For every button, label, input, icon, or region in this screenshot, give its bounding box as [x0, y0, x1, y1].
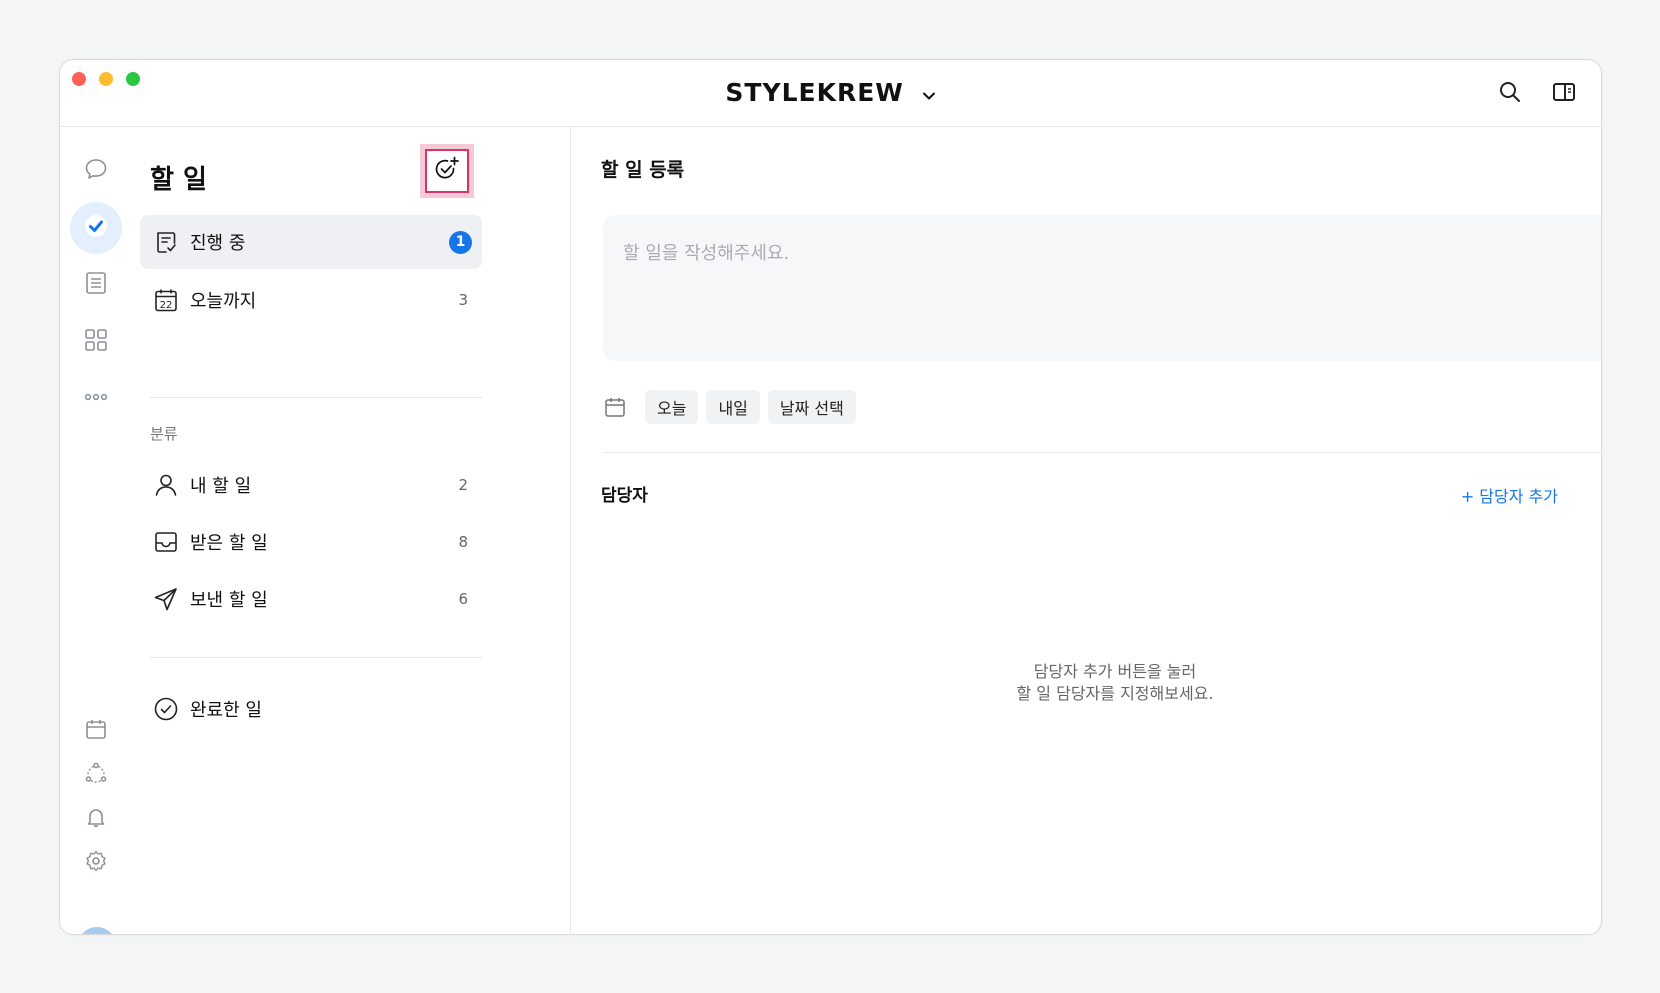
nav-label: 받은 할 일	[190, 533, 268, 554]
divider	[150, 657, 482, 658]
new-task-button-highlight	[425, 149, 469, 193]
app-window: STYLEKREW 할 일 진행 중 1 22 오늘까지 3 분류 내 할 일 …	[59, 59, 1602, 935]
assignee-label: 담당자	[601, 486, 648, 506]
nav-in-progress[interactable]: 진행 중 1	[140, 215, 482, 269]
panel-toggle-icon[interactable]	[1552, 80, 1576, 104]
bell-icon	[84, 805, 108, 833]
rail-chat[interactable]	[70, 145, 122, 197]
task-create-form: 할 일 등록 오늘 내일 날짜 선택 담당자 + 담당자 추가 담당자 추가 버…	[571, 127, 1601, 934]
calendar-22-icon: 22	[152, 286, 180, 314]
empty-message-line: 할 일 담당자를 지정해보세요.	[1016, 684, 1214, 703]
nav-label: 보낸 할 일	[190, 590, 268, 611]
nav-my-tasks[interactable]: 내 할 일 2	[140, 458, 482, 512]
gear-icon	[84, 849, 108, 877]
title-bar: STYLEKREW	[60, 60, 1601, 127]
rail-more[interactable]	[70, 373, 122, 425]
network-icon	[84, 761, 108, 789]
workspace-name: STYLEKREW	[725, 78, 904, 107]
rail-document[interactable]	[70, 259, 122, 311]
section-label: 분류	[150, 425, 178, 443]
avatar[interactable]	[78, 927, 116, 934]
nav-label: 오늘까지	[190, 291, 257, 312]
nav-due-today[interactable]: 22 오늘까지 3	[140, 273, 482, 327]
send-icon	[152, 585, 180, 613]
nav-count: 8	[458, 533, 468, 551]
check-plus-icon	[432, 154, 462, 188]
empty-message-line: 담당자 추가 버튼을 눌러	[1033, 662, 1197, 681]
todo-list-panel: 할 일 진행 중 1 22 오늘까지 3 분류 내 할 일 2 받은 할 일 8…	[136, 127, 571, 934]
rail-todo[interactable]	[70, 202, 122, 254]
submit-button[interactable]: 등록	[1537, 934, 1602, 935]
nav-count: 6	[458, 590, 468, 608]
cancel-button[interactable]: 취소	[1439, 934, 1529, 935]
nav-received-tasks[interactable]: 받은 할 일 8	[140, 515, 482, 569]
nav-label: 완료한 일	[190, 700, 262, 721]
check-circle-icon	[152, 695, 180, 723]
page-title: 할 일	[150, 165, 207, 195]
calendar-icon	[84, 717, 108, 745]
nav-label: 내 할 일	[190, 476, 252, 497]
task-content-input[interactable]	[603, 215, 1601, 361]
checklist-icon	[152, 228, 180, 256]
nav-count: 2	[458, 476, 468, 494]
nav-label: 진행 중	[190, 233, 246, 254]
rail-settings[interactable]	[70, 837, 122, 889]
new-task-button[interactable]	[420, 144, 474, 198]
add-assignee-button[interactable]: + 담당자 추가	[1461, 483, 1558, 507]
date-chip-tomorrow[interactable]: 내일	[706, 390, 760, 424]
workspace-switcher[interactable]: STYLEKREW	[60, 78, 1601, 109]
due-date-row: 오늘 내일 날짜 선택	[603, 390, 864, 424]
more-icon	[83, 384, 109, 414]
todo-icon	[83, 213, 109, 243]
icon-rail	[60, 127, 136, 934]
form-title: 할 일 등록	[601, 159, 685, 181]
date-chip-pick[interactable]: 날짜 선택	[767, 390, 856, 424]
document-icon	[83, 270, 109, 300]
calendar-icon	[603, 395, 633, 419]
person-icon	[152, 471, 180, 499]
chat-icon	[83, 156, 109, 186]
apps-icon	[83, 327, 109, 357]
count-badge: 1	[449, 230, 472, 254]
nav-sent-tasks[interactable]: 보낸 할 일 6	[140, 572, 482, 626]
chevron-down-icon	[922, 80, 936, 109]
assignee-empty-message: 담당자 추가 버튼을 눌러 할 일 담당자를 지정해보세요.	[603, 661, 1601, 705]
divider	[150, 397, 482, 398]
inbox-icon	[152, 528, 180, 556]
nav-count: 3	[458, 291, 468, 309]
date-chip-today[interactable]: 오늘	[645, 390, 699, 424]
nav-completed[interactable]: 완료한 일	[140, 682, 482, 736]
divider	[603, 452, 1601, 453]
search-icon[interactable]	[1498, 80, 1522, 104]
calendar-date: 22	[160, 300, 173, 311]
rail-apps[interactable]	[70, 316, 122, 368]
